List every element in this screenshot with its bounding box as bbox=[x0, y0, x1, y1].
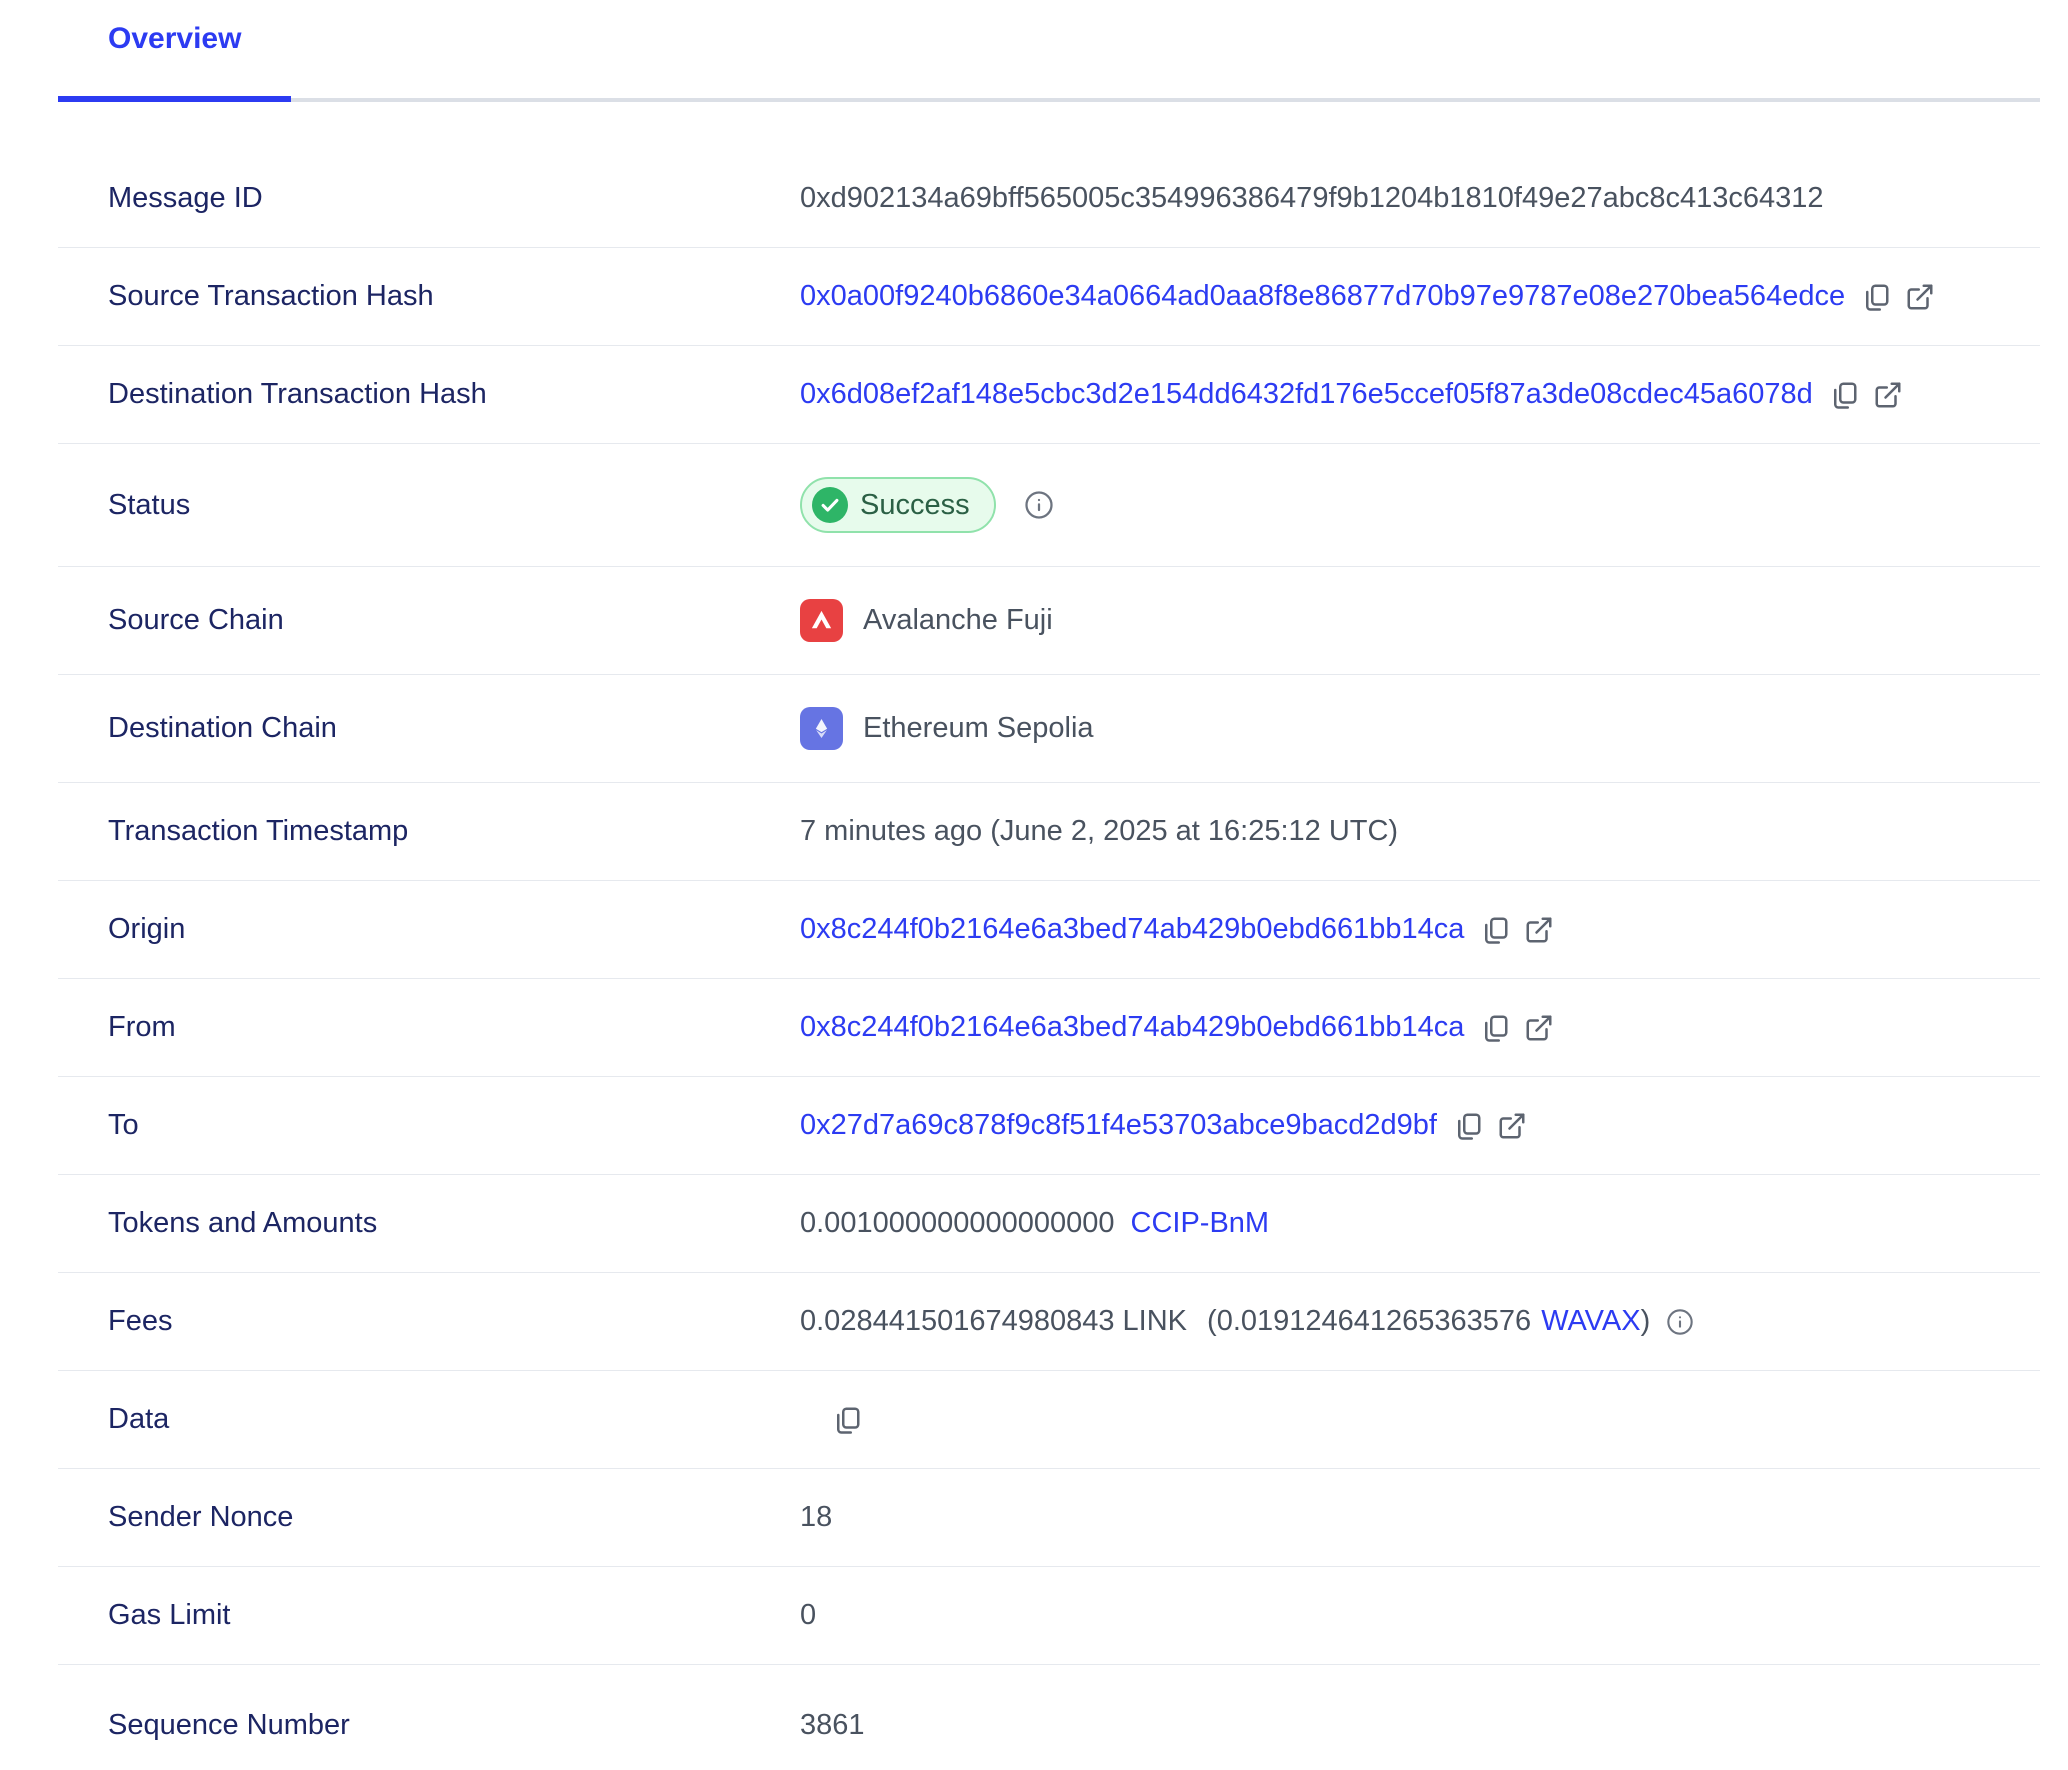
fees-label: Fees bbox=[58, 1305, 800, 1338]
external-link-icon[interactable] bbox=[1524, 1013, 1554, 1043]
fees-secondary-open: (0.019124641265363576 bbox=[1207, 1305, 1531, 1337]
to-label: To bbox=[58, 1109, 800, 1142]
origin-address-link[interactable]: 0x8c244f0b2164e6a3bed74ab429b0ebd661bb14… bbox=[800, 913, 1464, 946]
row-sequence-number: Sequence Number 3861 bbox=[58, 1665, 2040, 1770]
message-id-label: Message ID bbox=[58, 182, 800, 215]
row-origin: Origin 0x8c244f0b2164e6a3bed74ab429b0ebd… bbox=[58, 881, 2040, 979]
from-label: From bbox=[58, 1011, 800, 1044]
tabs-bar: Overview bbox=[58, 0, 2040, 102]
token-amount-value: 0.001000000000000000 bbox=[800, 1207, 1115, 1240]
row-message-id: Message ID 0xd902134a69bff565005c3549963… bbox=[58, 150, 2040, 248]
sequence-number-value: 3861 bbox=[800, 1709, 865, 1742]
status-value: Success bbox=[860, 489, 970, 522]
status-badge: Success bbox=[800, 477, 996, 533]
row-transaction-timestamp: Transaction Timestamp 7 minutes ago (Jun… bbox=[58, 783, 2040, 881]
destination-tx-hash-label: Destination Transaction Hash bbox=[58, 378, 800, 411]
source-chain-label: Source Chain bbox=[58, 604, 800, 637]
source-tx-hash-link[interactable]: 0x0a00f9240b6860e34a0664ad0aa8f8e86877d7… bbox=[800, 280, 1845, 313]
copy-icon[interactable] bbox=[1480, 915, 1510, 945]
external-link-icon[interactable] bbox=[1524, 915, 1554, 945]
from-address-link[interactable]: 0x8c244f0b2164e6a3bed74ab429b0ebd661bb14… bbox=[800, 1011, 1464, 1044]
copy-icon[interactable] bbox=[1861, 282, 1891, 312]
row-gas-limit: Gas Limit 0 bbox=[58, 1567, 2040, 1665]
tab-overview[interactable]: Overview bbox=[58, 22, 291, 102]
info-icon[interactable] bbox=[1024, 490, 1054, 520]
row-sender-nonce: Sender Nonce 18 bbox=[58, 1469, 2040, 1567]
avalanche-chain-icon bbox=[800, 599, 843, 642]
sequence-number-label: Sequence Number bbox=[58, 1709, 800, 1742]
row-status: Status Success bbox=[58, 444, 2040, 567]
to-address-link[interactable]: 0x27d7a69c878f9c8f51f4e53703abce9bacd2d9… bbox=[800, 1109, 1437, 1142]
data-label: Data bbox=[58, 1403, 800, 1436]
external-link-icon[interactable] bbox=[1497, 1111, 1527, 1141]
ethereum-chain-icon bbox=[800, 707, 843, 750]
source-tx-hash-label: Source Transaction Hash bbox=[58, 280, 800, 313]
row-to: To 0x27d7a69c878f9c8f51f4e53703abce9bacd… bbox=[58, 1077, 2040, 1175]
external-link-icon[interactable] bbox=[1873, 380, 1903, 410]
tokens-and-amounts-label: Tokens and Amounts bbox=[58, 1207, 800, 1240]
transaction-timestamp-label: Transaction Timestamp bbox=[58, 815, 800, 848]
transaction-details-table: Message ID 0xd902134a69bff565005c3549963… bbox=[58, 150, 2040, 1770]
info-icon[interactable] bbox=[1666, 1308, 1694, 1336]
fees-primary-value: 0.028441501674980843 LINK bbox=[800, 1305, 1187, 1338]
copy-icon[interactable] bbox=[1453, 1111, 1483, 1141]
sender-nonce-value: 18 bbox=[800, 1501, 832, 1534]
destination-tx-hash-link[interactable]: 0x6d08ef2af148e5cbc3d2e154dd6432fd176e5c… bbox=[800, 378, 1813, 411]
gas-limit-value: 0 bbox=[800, 1599, 816, 1632]
fees-secondary-value: (0.019124641265363576 WAVAX) bbox=[1207, 1305, 1650, 1338]
row-tokens-and-amounts: Tokens and Amounts 0.001000000000000000 … bbox=[58, 1175, 2040, 1273]
sender-nonce-label: Sender Nonce bbox=[58, 1501, 800, 1534]
status-label: Status bbox=[58, 489, 800, 522]
copy-icon[interactable] bbox=[1480, 1013, 1510, 1043]
row-source-chain: Source Chain Avalanche Fuji bbox=[58, 567, 2040, 675]
row-data: Data bbox=[58, 1371, 2040, 1469]
row-fees: Fees 0.028441501674980843 LINK (0.019124… bbox=[58, 1273, 2040, 1371]
message-id-value: 0xd902134a69bff565005c354996386479f9b120… bbox=[800, 182, 1824, 215]
copy-icon[interactable] bbox=[832, 1405, 862, 1435]
token-link-wavax[interactable]: WAVAX bbox=[1541, 1305, 1640, 1337]
row-from: From 0x8c244f0b2164e6a3bed74ab429b0ebd66… bbox=[58, 979, 2040, 1077]
copy-icon[interactable] bbox=[1829, 380, 1859, 410]
external-link-icon[interactable] bbox=[1905, 282, 1935, 312]
fees-secondary-close: ) bbox=[1641, 1305, 1651, 1337]
gas-limit-label: Gas Limit bbox=[58, 1599, 800, 1632]
token-link-ccip-bnm[interactable]: CCIP-BnM bbox=[1131, 1207, 1270, 1240]
destination-chain-value: Ethereum Sepolia bbox=[863, 712, 1094, 745]
row-source-tx-hash: Source Transaction Hash 0x0a00f9240b6860… bbox=[58, 248, 2040, 346]
origin-label: Origin bbox=[58, 913, 800, 946]
row-destination-tx-hash: Destination Transaction Hash 0x6d08ef2af… bbox=[58, 346, 2040, 444]
source-chain-value: Avalanche Fuji bbox=[863, 604, 1053, 637]
destination-chain-label: Destination Chain bbox=[58, 712, 800, 745]
transaction-timestamp-value: 7 minutes ago (June 2, 2025 at 16:25:12 … bbox=[800, 815, 1398, 848]
check-circle-icon bbox=[812, 487, 848, 523]
row-destination-chain: Destination Chain Ethereum Sepolia bbox=[58, 675, 2040, 783]
